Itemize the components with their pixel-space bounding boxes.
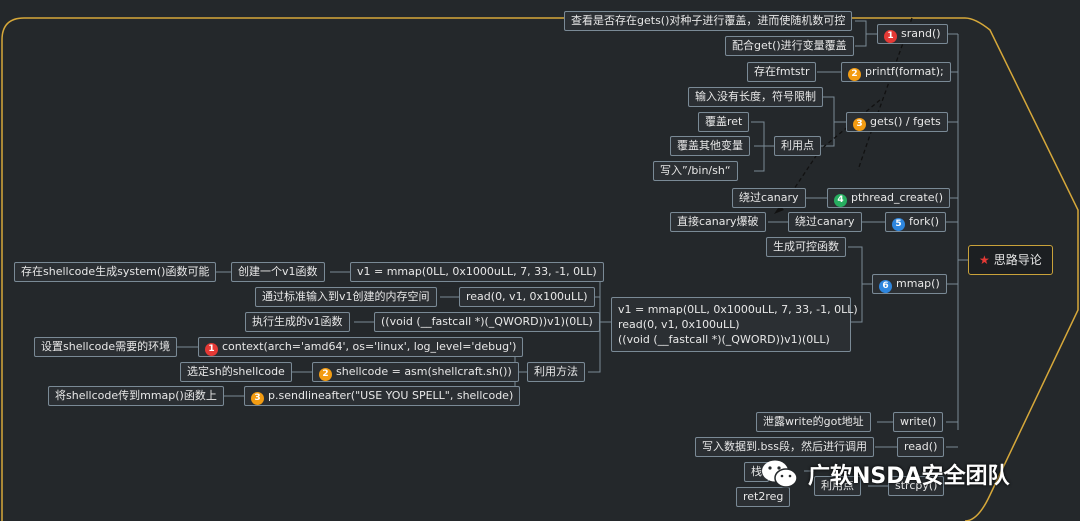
branch-mmap[interactable]: 6 mmap() <box>872 274 947 294</box>
number-badge: 1 <box>884 30 897 43</box>
number-badge: 3 <box>853 118 866 131</box>
method-step-2-desc[interactable]: 选定sh的shellcode <box>180 362 292 382</box>
number-badge: 3 <box>251 392 264 405</box>
mmap-line-1[interactable]: v1 = mmap(0LL, 0x1000uLL, 7, 33, -1, 0LL… <box>350 262 604 282</box>
gets-child-limit[interactable]: 输入没有长度，符号限制 <box>688 87 823 107</box>
usage-overwrite-var[interactable]: 覆盖其他变量 <box>670 136 750 156</box>
gets-usage[interactable]: 利用点 <box>774 136 821 156</box>
root-node[interactable]: ★ 思路导论 <box>968 245 1053 275</box>
pthread-child[interactable]: 绕过canary <box>732 188 806 208</box>
fork-grandchild[interactable]: 直接canary爆破 <box>670 212 766 232</box>
number-badge: 6 <box>879 280 892 293</box>
watermark-text: 广软NSDA安全团队 <box>808 464 1010 489</box>
printf-child[interactable]: 存在fmtstr <box>747 62 817 82</box>
mmap-code-block[interactable]: v1 = mmap(0LL, 0x1000uLL, 7, 33, -1, 0LL… <box>611 297 858 352</box>
number-badge: 5 <box>892 218 905 231</box>
branch-write[interactable]: write() <box>893 412 944 432</box>
method-step-1-desc[interactable]: 设置shellcode需要的环境 <box>34 337 178 357</box>
usage-write-binsh[interactable]: 写入”/bin/sh“ <box>653 161 738 181</box>
mmap-line-2-desc[interactable]: 通过标准输入到v1创建的内存空间 <box>255 287 437 307</box>
srand-child-1[interactable]: 查看是否存在gets()对种子进行覆盖，进而使随机数可控 <box>564 11 853 31</box>
branch-read[interactable]: read() <box>897 437 945 457</box>
number-badge: 1 <box>205 343 218 356</box>
fork-child[interactable]: 绕过canary <box>788 212 862 232</box>
number-badge: 2 <box>319 368 332 381</box>
srand-child-2[interactable]: 配合get()进行变量覆盖 <box>725 36 854 56</box>
branch-printf[interactable]: 2 printf(format); <box>841 62 951 82</box>
branch-srand[interactable]: 1 srand() <box>877 24 948 44</box>
mmap-line-3-desc[interactable]: 执行生成的v1函数 <box>245 312 350 332</box>
method-step-3[interactable]: 3 p.sendlineafter("USE YOU SPELL", shellc… <box>244 386 521 406</box>
mmap-line-1-extra[interactable]: 存在shellcode生成system()函数可能 <box>14 262 217 282</box>
write-child[interactable]: 泄露write的got地址 <box>756 412 871 432</box>
mind-map: ★ 思路导论 1 srand() 查看是否存在gets()对种子进行覆盖，进而使随机… <box>0 0 1080 521</box>
mmap-method[interactable]: 利用方法 <box>527 362 585 382</box>
mmap-line-1-desc[interactable]: 创建一个v1函数 <box>231 262 325 282</box>
read-child[interactable]: 写入数据到.bss段，然后进行调用 <box>695 437 874 457</box>
branch-gets[interactable]: 3 gets() / fgets <box>846 112 948 132</box>
number-badge: 2 <box>848 68 861 81</box>
watermark: 广软NSDA安全团队 <box>760 456 1060 492</box>
method-step-2[interactable]: 2 shellcode = asm(shellcraft.sh()) <box>312 362 519 382</box>
usage-overwrite-ret[interactable]: 覆盖ret <box>698 112 750 132</box>
wechat-icon <box>762 460 798 488</box>
number-badge: 4 <box>834 194 847 207</box>
method-step-3-desc[interactable]: 将shellcode传到mmap()函数上 <box>48 386 224 406</box>
mmap-line-2[interactable]: read(0, v1, 0x100uLL) <box>459 287 595 307</box>
method-step-1[interactable]: 1 context(arch='amd64', os='linux', log_l… <box>198 337 524 357</box>
mmap-line-3[interactable]: ((void (__fastcall *)(_QWORD))v1)(0LL) <box>374 312 600 332</box>
branch-fork[interactable]: 5 fork() <box>885 212 947 232</box>
star-icon: ★ <box>979 253 990 267</box>
mmap-gen[interactable]: 生成可控函数 <box>766 237 846 257</box>
branch-pthread[interactable]: 4 pthread_create() <box>827 188 951 208</box>
